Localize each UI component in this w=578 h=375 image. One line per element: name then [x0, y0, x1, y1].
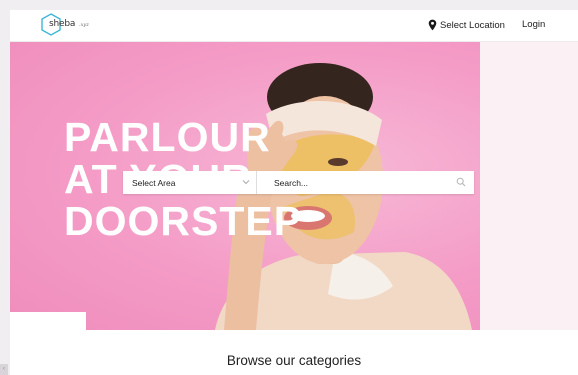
search-input[interactable]: [257, 171, 464, 194]
logo-tagline: .xyz: [79, 22, 89, 28]
search-field: [257, 171, 474, 194]
scroll-indicator[interactable]: ‹: [0, 364, 8, 375]
browse-categories-title: Browse our categories: [226, 353, 362, 368]
logo-text: sheba: [49, 19, 76, 29]
hero-bottom-panel: [10, 312, 86, 330]
area-select[interactable]: Select Area: [123, 171, 257, 194]
location-pin-icon: [428, 19, 437, 31]
search-bar: Select Area: [123, 171, 474, 194]
hero-heading-line: DOORSTEP: [64, 198, 303, 244]
select-location-button[interactable]: Select Location: [428, 18, 505, 32]
select-location-label: Select Location: [440, 19, 505, 31]
area-select-label: Select Area: [132, 178, 176, 188]
login-link[interactable]: Login: [522, 19, 545, 30]
chevron-down-icon: [242, 180, 250, 185]
sheba-logo[interactable]: sheba .xyz: [40, 13, 120, 37]
page: sheba .xyz Select Location Login PARLOUR…: [10, 10, 578, 375]
top-navbar: sheba .xyz Select Location Login: [10, 10, 578, 42]
right-side-panel: [480, 42, 578, 330]
search-icon[interactable]: [456, 177, 466, 187]
hero-heading-line: PARLOUR: [64, 114, 271, 160]
